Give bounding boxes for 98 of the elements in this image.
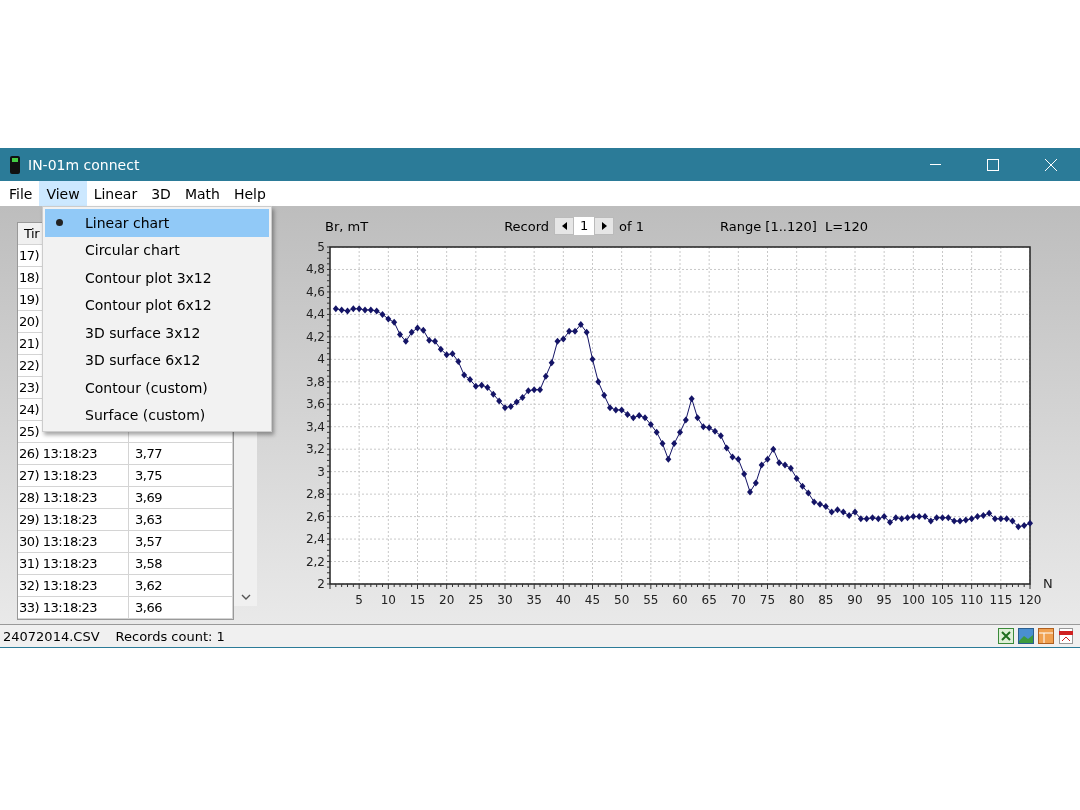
spreadsheet-icon[interactable] (998, 628, 1014, 644)
x-tick-label: 10 (380, 593, 396, 607)
x-axis-label: N (1043, 576, 1053, 591)
y-tick-label: 3,4 (305, 419, 325, 434)
records-count: Records count: 1 (115, 628, 225, 644)
next-button[interactable] (594, 217, 615, 235)
triangle-left-icon (561, 222, 567, 230)
bullet-icon (56, 219, 63, 227)
table-cell: 3,66 (129, 597, 233, 618)
window-title: IN-01m connect (28, 156, 141, 173)
menu-item[interactable]: 3D (144, 181, 178, 206)
x-tick-label: 115 (989, 593, 1013, 607)
maximize-icon (987, 158, 999, 171)
x-tick-label: 35 (526, 593, 542, 607)
pdf-icon[interactable] (1058, 628, 1074, 644)
x-tick-label: 90 (847, 593, 863, 607)
data-point-marker (542, 372, 549, 380)
table-cell: 3,62 (129, 575, 233, 596)
table-cell: 3,57 (129, 531, 233, 552)
device-icon (8, 154, 22, 175)
close-icon (1045, 158, 1057, 171)
table-cell: 33) 13:18:23 (18, 597, 129, 618)
x-tick-label: 100 (901, 593, 925, 607)
data-point-marker (548, 359, 555, 367)
y-tick-label: 3,2 (305, 442, 325, 457)
table-cell: 3,63 (129, 509, 233, 530)
table-icon[interactable] (1038, 628, 1054, 644)
x-tick-label: 20 (439, 593, 455, 607)
record-total: of 1 (619, 218, 644, 234)
y-tick-label: 4,6 (305, 284, 325, 299)
table-cell: 3,69 (129, 487, 233, 508)
range-label: Range [1..120] L=120 (720, 218, 869, 234)
chevron-down-icon[interactable] (240, 594, 251, 600)
x-tick-label: 80 (789, 593, 805, 607)
minimize-icon (929, 163, 941, 166)
file-name: 24072014.CSV (3, 628, 100, 644)
data-point-marker (741, 470, 748, 478)
x-tick-label: 95 (876, 593, 892, 607)
x-tick-label: 40 (555, 593, 571, 607)
y-tick-label: 4,2 (305, 329, 325, 344)
y-tick-label: 2,8 (305, 487, 325, 502)
y-tick-label: 4,8 (305, 262, 325, 277)
x-tick-label: 70 (730, 593, 746, 607)
x-tick-label: 50 (614, 593, 630, 607)
data-point-marker (659, 440, 666, 448)
x-tick-label: 60 (672, 593, 688, 607)
y-tick-label: 3,6 (305, 397, 325, 412)
y-tick-label: 3,8 (305, 374, 325, 389)
data-point-marker (589, 355, 596, 363)
x-tick-label: 30 (497, 593, 513, 607)
x-tick-label: 85 (818, 593, 834, 607)
record-field[interactable]: 1 (574, 217, 595, 235)
table-cell: 3,77 (129, 443, 233, 464)
y-tick-label: 2,6 (305, 509, 325, 524)
table-cell: 29) 13:18:23 (18, 509, 129, 530)
table-cell: 32) 13:18:23 (18, 575, 129, 596)
menu-item[interactable]: View (39, 181, 87, 206)
menu-option[interactable]: Linear chart (45, 209, 269, 237)
table-cell: 31) 13:18:23 (18, 553, 129, 574)
menu-item[interactable]: File (2, 181, 40, 206)
menu-item[interactable]: Linear (86, 181, 145, 206)
y-tick-label: 3 (317, 464, 325, 479)
x-tick-label: 45 (584, 593, 601, 607)
x-tick-label: 25 (468, 593, 484, 607)
data-point-marker (665, 455, 672, 463)
x-tick-label: 110 (960, 593, 984, 607)
data-point-marker (770, 445, 777, 453)
y-tick-label: 4 (317, 352, 325, 367)
x-tick-label: 65 (701, 593, 717, 607)
table-cell: 28) 13:18:23 (18, 487, 129, 508)
x-tick-label: 5 (355, 593, 363, 607)
y-tick-label: 2,4 (305, 532, 325, 547)
triangle-right-icon (601, 222, 607, 230)
menu-item[interactable]: Help (226, 181, 273, 206)
table-cell: 3,58 (129, 553, 233, 574)
data-point-marker (601, 391, 608, 399)
data-point-marker (682, 416, 689, 424)
data-point-marker (671, 440, 678, 448)
y-tick-label: 2 (317, 577, 325, 591)
x-tick-label: 120 (1018, 593, 1042, 607)
y-tick-label: 4,4 (305, 307, 325, 322)
table-cell: 27) 13:18:23 (18, 465, 129, 486)
y-tick-label: 5 (317, 240, 325, 254)
menu-item[interactable]: Math (177, 181, 227, 206)
data-point-marker (688, 395, 695, 403)
table-cell: 30) 13:18:23 (18, 531, 129, 552)
data-point-marker (677, 428, 683, 436)
y-tick-label: 2,2 (305, 554, 325, 569)
previous-button[interactable] (554, 217, 575, 235)
record-label: Record (504, 218, 550, 234)
table-cell: 3,75 (129, 465, 233, 486)
data-point-marker (595, 378, 602, 386)
x-tick-label: 75 (759, 593, 776, 607)
x-tick-label: 55 (643, 593, 659, 607)
table-cell: 26) 13:18:23 (18, 443, 129, 464)
x-tick-label: 15 (409, 593, 426, 607)
x-tick-label: 105 (931, 593, 954, 607)
y-axis-label: Br, mT (325, 218, 369, 234)
